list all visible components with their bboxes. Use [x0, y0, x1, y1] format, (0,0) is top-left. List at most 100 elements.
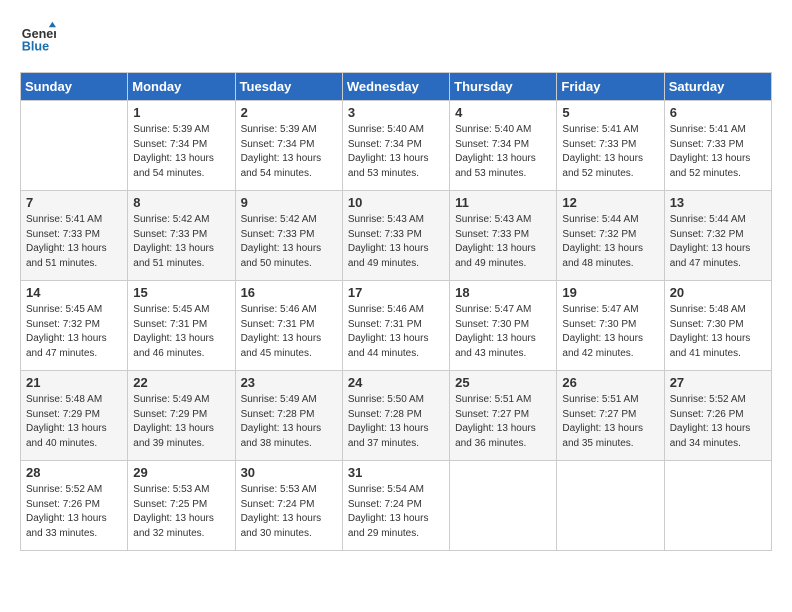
- page-header: General Blue: [20, 20, 772, 56]
- day-number: 8: [133, 195, 229, 210]
- day-number: 27: [670, 375, 766, 390]
- calendar-cell: 14Sunrise: 5:45 AMSunset: 7:32 PMDayligh…: [21, 281, 128, 371]
- calendar-cell: 16 Sunrise: 5:46 AMSunset: 7:31 PMDayligh…: [235, 281, 342, 371]
- logo: General Blue: [20, 20, 60, 56]
- calendar-cell: 21 Sunrise: 5:48 AMSunset: 7:29 PMDayligh…: [21, 371, 128, 461]
- day-number: 29: [133, 465, 229, 480]
- day-info: Sunrise: 5:47 AMSunset: 7:30 PMDaylight:…: [455, 303, 551, 361]
- day-info: Sunrise: 5:39 AMSunset: 7:34 PMDaylight:…: [241, 123, 337, 181]
- day-info: Sunrise: 5:40 AMSunset: 7:34 PMDaylight:…: [348, 123, 444, 181]
- weekday-header: Tuesday: [235, 73, 342, 101]
- calendar-cell: 24 Sunrise: 5:50 AMSunset: 7:28 PMDayligh…: [342, 371, 449, 461]
- calendar-week-row: 14Sunrise: 5:45 AMSunset: 7:32 PMDayligh…: [21, 281, 772, 371]
- calendar-cell: 10Sunrise: 5:43 AMSunset: 7:33 PMDayligh…: [342, 191, 449, 281]
- day-number: 28: [26, 465, 122, 480]
- day-info: Sunrise: 5:41 AMSunset: 7:33 PMDaylight:…: [26, 213, 122, 271]
- day-info: Sunrise: 5:54 AMSunset: 7:24 PMDaylight:…: [348, 483, 444, 541]
- day-info: Sunrise: 5:52 AMSunset: 7:26 PMDaylight:…: [670, 393, 766, 451]
- day-number: 14: [26, 285, 122, 300]
- day-number: 24: [348, 375, 444, 390]
- weekday-header: Saturday: [664, 73, 771, 101]
- day-number: 5: [562, 105, 658, 120]
- day-info: Sunrise: 5:49 AMSunset: 7:29 PMDaylight:…: [133, 393, 229, 451]
- day-info: Sunrise: 5:48 AMSunset: 7:29 PMDaylight:…: [26, 393, 122, 451]
- day-info: Sunrise: 5:46 AMSunset: 7:31 PMDaylight:…: [241, 303, 337, 361]
- calendar-cell: 15 Sunrise: 5:45 AMSunset: 7:31 PMDayligh…: [128, 281, 235, 371]
- day-number: 21: [26, 375, 122, 390]
- calendar-cell: 23 Sunrise: 5:49 AMSunset: 7:28 PMDayligh…: [235, 371, 342, 461]
- calendar-cell: 29 Sunrise: 5:53 AMSunset: 7:25 PMDayligh…: [128, 461, 235, 551]
- calendar-cell: [21, 101, 128, 191]
- day-number: 4: [455, 105, 551, 120]
- calendar-week-row: 21 Sunrise: 5:48 AMSunset: 7:29 PMDayligh…: [21, 371, 772, 461]
- day-number: 13: [670, 195, 766, 210]
- day-info: Sunrise: 5:46 AMSunset: 7:31 PMDaylight:…: [348, 303, 444, 361]
- calendar-cell: 12 Sunrise: 5:44 AMSunset: 7:32 PMDayligh…: [557, 191, 664, 281]
- calendar-week-row: 28Sunrise: 5:52 AMSunset: 7:26 PMDayligh…: [21, 461, 772, 551]
- day-info: Sunrise: 5:39 AMSunset: 7:34 PMDaylight:…: [133, 123, 229, 181]
- day-info: Sunrise: 5:42 AMSunset: 7:33 PMDaylight:…: [133, 213, 229, 271]
- day-number: 1: [133, 105, 229, 120]
- day-info: Sunrise: 5:43 AMSunset: 7:33 PMDaylight:…: [348, 213, 444, 271]
- weekday-header: Friday: [557, 73, 664, 101]
- day-info: Sunrise: 5:44 AMSunset: 7:32 PMDaylight:…: [562, 213, 658, 271]
- calendar-body: 1 Sunrise: 5:39 AMSunset: 7:34 PMDaylight…: [21, 101, 772, 551]
- calendar-week-row: 1 Sunrise: 5:39 AMSunset: 7:34 PMDaylight…: [21, 101, 772, 191]
- weekday-header: Monday: [128, 73, 235, 101]
- day-number: 3: [348, 105, 444, 120]
- logo-icon: General Blue: [20, 20, 56, 56]
- day-number: 9: [241, 195, 337, 210]
- day-number: 22: [133, 375, 229, 390]
- calendar-cell: 26Sunrise: 5:51 AMSunset: 7:27 PMDayligh…: [557, 371, 664, 461]
- day-info: Sunrise: 5:53 AMSunset: 7:25 PMDaylight:…: [133, 483, 229, 541]
- calendar-cell: 25Sunrise: 5:51 AMSunset: 7:27 PMDayligh…: [450, 371, 557, 461]
- day-info: Sunrise: 5:45 AMSunset: 7:31 PMDaylight:…: [133, 303, 229, 361]
- calendar-cell: 19Sunrise: 5:47 AMSunset: 7:30 PMDayligh…: [557, 281, 664, 371]
- calendar-week-row: 7 Sunrise: 5:41 AMSunset: 7:33 PMDaylight…: [21, 191, 772, 281]
- day-number: 20: [670, 285, 766, 300]
- calendar-cell: [664, 461, 771, 551]
- day-info: Sunrise: 5:48 AMSunset: 7:30 PMDaylight:…: [670, 303, 766, 361]
- day-number: 12: [562, 195, 658, 210]
- calendar-cell: 6Sunrise: 5:41 AMSunset: 7:33 PMDaylight…: [664, 101, 771, 191]
- day-number: 31: [348, 465, 444, 480]
- day-number: 15: [133, 285, 229, 300]
- calendar-cell: 22 Sunrise: 5:49 AMSunset: 7:29 PMDayligh…: [128, 371, 235, 461]
- day-info: Sunrise: 5:51 AMSunset: 7:27 PMDaylight:…: [455, 393, 551, 451]
- day-number: 6: [670, 105, 766, 120]
- day-info: Sunrise: 5:40 AMSunset: 7:34 PMDaylight:…: [455, 123, 551, 181]
- day-number: 17: [348, 285, 444, 300]
- day-number: 7: [26, 195, 122, 210]
- day-number: 23: [241, 375, 337, 390]
- calendar-cell: 7 Sunrise: 5:41 AMSunset: 7:33 PMDaylight…: [21, 191, 128, 281]
- calendar-cell: 30 Sunrise: 5:53 AMSunset: 7:24 PMDayligh…: [235, 461, 342, 551]
- calendar-table: SundayMondayTuesdayWednesdayThursdayFrid…: [20, 72, 772, 551]
- day-number: 11: [455, 195, 551, 210]
- calendar-cell: 20 Sunrise: 5:48 AMSunset: 7:30 PMDayligh…: [664, 281, 771, 371]
- weekday-header: Sunday: [21, 73, 128, 101]
- day-number: 18: [455, 285, 551, 300]
- day-info: Sunrise: 5:50 AMSunset: 7:28 PMDaylight:…: [348, 393, 444, 451]
- calendar-cell: [557, 461, 664, 551]
- day-number: 19: [562, 285, 658, 300]
- calendar-header: SundayMondayTuesdayWednesdayThursdayFrid…: [21, 73, 772, 101]
- calendar-cell: [450, 461, 557, 551]
- calendar-cell: 9 Sunrise: 5:42 AMSunset: 7:33 PMDaylight…: [235, 191, 342, 281]
- calendar-cell: 28Sunrise: 5:52 AMSunset: 7:26 PMDayligh…: [21, 461, 128, 551]
- day-number: 30: [241, 465, 337, 480]
- day-info: Sunrise: 5:41 AMSunset: 7:33 PMDaylight:…: [562, 123, 658, 181]
- day-info: Sunrise: 5:49 AMSunset: 7:28 PMDaylight:…: [241, 393, 337, 451]
- day-number: 16: [241, 285, 337, 300]
- day-info: Sunrise: 5:42 AMSunset: 7:33 PMDaylight:…: [241, 213, 337, 271]
- calendar-cell: 13Sunrise: 5:44 AMSunset: 7:32 PMDayligh…: [664, 191, 771, 281]
- calendar-cell: 3 Sunrise: 5:40 AMSunset: 7:34 PMDaylight…: [342, 101, 449, 191]
- weekday-header-row: SundayMondayTuesdayWednesdayThursdayFrid…: [21, 73, 772, 101]
- calendar-cell: 27 Sunrise: 5:52 AMSunset: 7:26 PMDayligh…: [664, 371, 771, 461]
- calendar-cell: 11Sunrise: 5:43 AMSunset: 7:33 PMDayligh…: [450, 191, 557, 281]
- calendar-cell: 1 Sunrise: 5:39 AMSunset: 7:34 PMDaylight…: [128, 101, 235, 191]
- calendar-cell: 8 Sunrise: 5:42 AMSunset: 7:33 PMDaylight…: [128, 191, 235, 281]
- day-info: Sunrise: 5:53 AMSunset: 7:24 PMDaylight:…: [241, 483, 337, 541]
- day-number: 26: [562, 375, 658, 390]
- calendar-cell: 17 Sunrise: 5:46 AMSunset: 7:31 PMDayligh…: [342, 281, 449, 371]
- calendar-cell: 4 Sunrise: 5:40 AMSunset: 7:34 PMDaylight…: [450, 101, 557, 191]
